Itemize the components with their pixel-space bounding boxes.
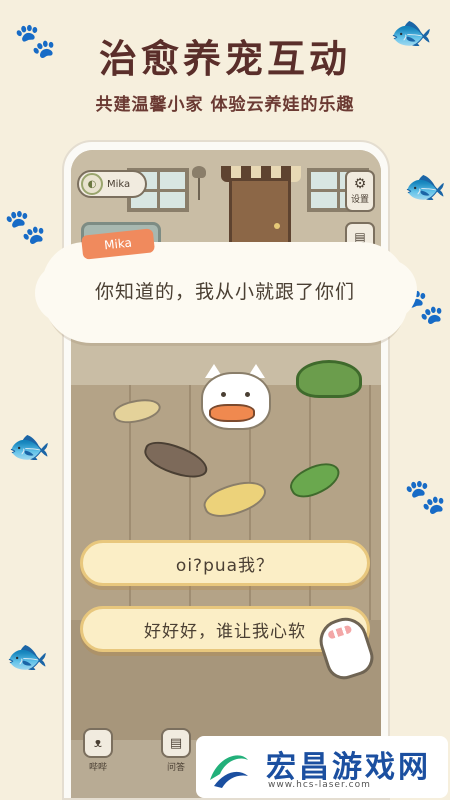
promo-headline: 治愈养宠互动: [98, 37, 351, 81]
fish-bone-icon: 🐟: [8, 427, 51, 467]
fish-toy: [209, 404, 255, 422]
profile-name: Mika: [107, 178, 131, 190]
lamp-icon: [189, 156, 209, 206]
dragon-logo-icon: [210, 755, 248, 788]
gear-icon: ⚙: [353, 176, 367, 192]
nav-item-beep[interactable]: ᴥ 哔哔: [78, 728, 118, 782]
dialogue-text: 你知道的，我从小就跟了你们: [94, 281, 355, 303]
settings-button[interactable]: ⚙ 设置: [345, 170, 375, 212]
fish-bone-icon: 🐟: [404, 167, 447, 207]
door-knob: [274, 223, 280, 229]
avatar: ◐: [81, 173, 103, 195]
nav-label: 问答: [166, 763, 185, 773]
fish-bone-icon: 🐟: [6, 637, 49, 677]
watermark-url: www.hcs-laser.com: [268, 780, 371, 790]
paw-print-icon: 🐾: [404, 477, 447, 517]
notebook-icon: ▤: [161, 728, 191, 758]
notebook-icon: ▤: [354, 230, 366, 244]
profile-pill[interactable]: ◐ Mika: [77, 170, 147, 198]
turtle-shell-toy[interactable]: [296, 360, 362, 398]
dialogue-bubble: 你知道的，我从小就跟了你们: [35, 245, 417, 340]
answer-option-1[interactable]: oi?pua我？: [80, 540, 370, 586]
nav-item-qa[interactable]: ▤ 问答: [156, 728, 196, 782]
cat-face-icon: ᴥ: [83, 728, 113, 758]
white-cat-pet[interactable]: [195, 360, 277, 434]
site-watermark: 宏昌游戏网 www.hcs-laser.com: [196, 736, 448, 798]
paw-print-icon: 🐾: [4, 207, 47, 247]
settings-label: 设置: [350, 195, 369, 205]
promo-subline: 共建温馨小家 体验云养娃的乐趣: [95, 95, 355, 115]
nav-label: 哔哔: [88, 763, 107, 773]
